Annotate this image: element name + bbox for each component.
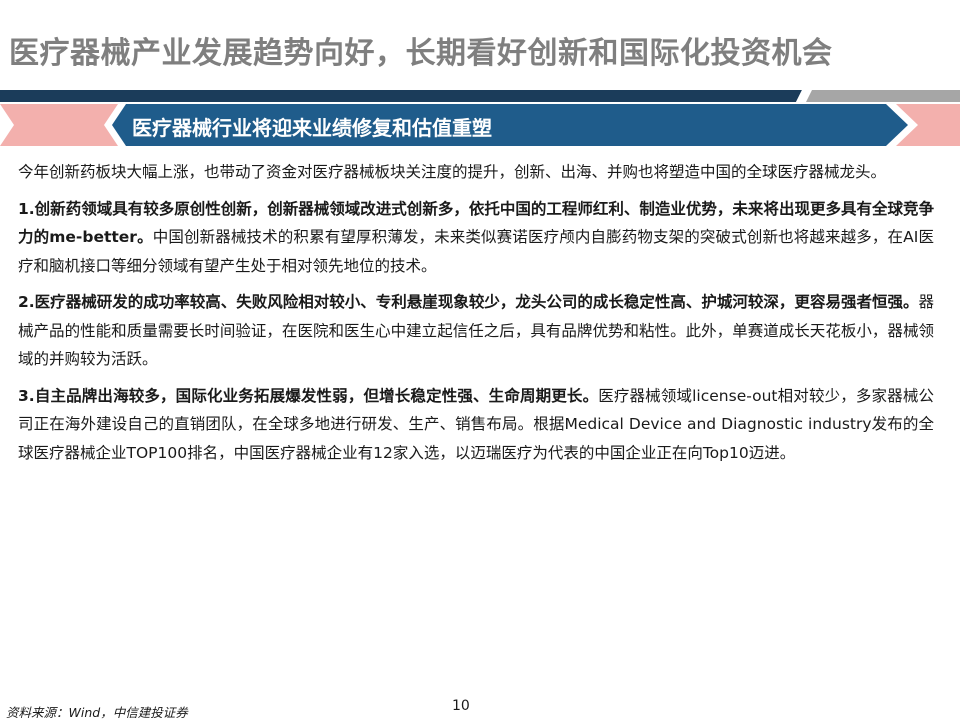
point-2-bold-lead: 2.医疗器械研发的成功率较高、失败风险相对较小、专利悬崖现象较少，龙头公司的成长… [18, 293, 919, 311]
page-number: 10 [452, 698, 470, 714]
point-3-paragraph: 3.自主品牌出海较多，国际化业务拓展爆发性弱，但增长稳定性强、生命周期更长。医疗… [18, 382, 934, 468]
title-bar-grey-segment [806, 90, 960, 102]
source-note: 资料来源：Wind，中信建投证券 [6, 705, 188, 720]
banner-accent-left [0, 104, 118, 146]
section-heading: 医疗器械行业将迎来业绩修复和估值重塑 [132, 116, 492, 140]
content-body: 今年创新药板块大幅上涨，也带动了资金对医疗器械板块关注度的提升，创新、出海、并购… [18, 158, 934, 475]
point-3-bold-lead: 3.自主品牌出海较多，国际化业务拓展爆发性弱，但增长稳定性强、生命周期更长。 [18, 386, 599, 405]
intro-paragraph: 今年创新药板块大幅上涨，也带动了资金对医疗器械板块关注度的提升，创新、出海、并购… [18, 163, 887, 181]
point-2-paragraph: 2.医疗器械研发的成功率较高、失败风险相对较小、专利悬崖现象较少，龙头公司的成长… [18, 288, 934, 374]
title-divider-bar [0, 90, 960, 102]
title-bar-dark-segment [0, 90, 802, 102]
page-title: 医疗器械产业发展趋势向好，长期看好创新和国际化投资机会 [9, 36, 833, 71]
point-1-text: 中国创新器械技术的积累有望厚积薄发，未来类似赛诺医疗颅内自膨药物支架的突破式创新… [18, 228, 934, 275]
point-1-paragraph: 1.创新药领域具有较多原创性创新，创新器械领域改进式创新多，依托中国的工程师红利… [18, 195, 934, 281]
